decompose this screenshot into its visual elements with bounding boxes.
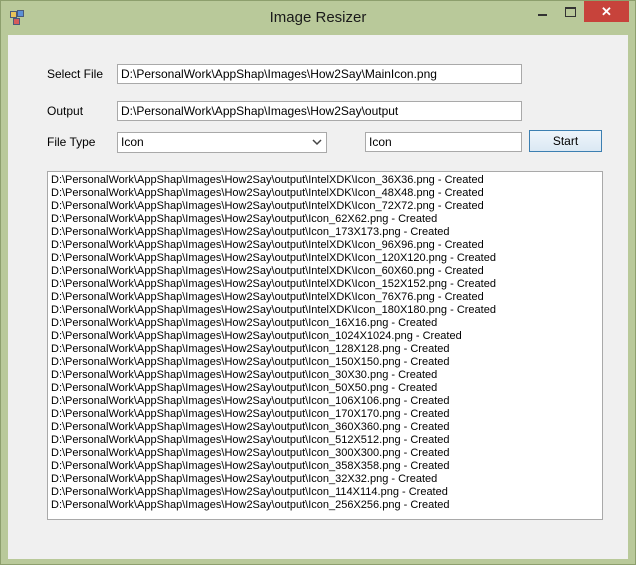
log-line: D:\PersonalWork\AppShap\Images\How2Say\o… bbox=[51, 304, 496, 316]
log-line: D:\PersonalWork\AppShap\Images\How2Say\o… bbox=[51, 434, 450, 446]
minimize-button[interactable] bbox=[527, 1, 557, 22]
output-input[interactable]: D:\PersonalWork\AppShap\Images\How2Say\o… bbox=[117, 101, 522, 121]
log-line: D:\PersonalWork\AppShap\Images\How2Say\o… bbox=[51, 447, 450, 459]
log-line: D:\PersonalWork\AppShap\Images\How2Say\o… bbox=[51, 330, 462, 342]
log-line: D:\PersonalWork\AppShap\Images\How2Say\o… bbox=[51, 317, 438, 329]
log-line: D:\PersonalWork\AppShap\Images\How2Say\o… bbox=[51, 343, 450, 355]
log-line: D:\PersonalWork\AppShap\Images\How2Say\o… bbox=[51, 213, 438, 225]
log-line: D:\PersonalWork\AppShap\Images\How2Say\o… bbox=[51, 356, 450, 368]
log-line: D:\PersonalWork\AppShap\Images\How2Say\o… bbox=[51, 226, 450, 238]
file-type-dropdown[interactable]: Icon bbox=[117, 132, 327, 153]
main-form: Select File D:\PersonalWork\AppShap\Imag… bbox=[8, 35, 628, 559]
close-button[interactable]: ✕ bbox=[584, 1, 629, 22]
close-icon: ✕ bbox=[601, 4, 612, 19]
log-line: D:\PersonalWork\AppShap\Images\How2Say\o… bbox=[51, 200, 484, 212]
chevron-down-icon[interactable] bbox=[310, 133, 324, 152]
title-bar[interactable]: Image Resizer ✕ bbox=[1, 1, 635, 35]
select-file-input[interactable]: D:\PersonalWork\AppShap\Images\How2Say\M… bbox=[117, 64, 522, 84]
log-line: D:\PersonalWork\AppShap\Images\How2Say\o… bbox=[51, 187, 484, 199]
log-line: D:\PersonalWork\AppShap\Images\How2Say\o… bbox=[51, 408, 450, 420]
log-line: D:\PersonalWork\AppShap\Images\How2Say\o… bbox=[51, 460, 450, 472]
log-line: D:\PersonalWork\AppShap\Images\How2Say\o… bbox=[51, 473, 438, 485]
select-file-label: Select File bbox=[47, 67, 104, 81]
log-line: D:\PersonalWork\AppShap\Images\How2Say\o… bbox=[51, 486, 448, 498]
log-line: D:\PersonalWork\AppShap\Images\How2Say\o… bbox=[51, 265, 484, 277]
file-type-label: File Type bbox=[47, 135, 96, 149]
start-button[interactable]: Start bbox=[529, 130, 602, 152]
log-line: D:\PersonalWork\AppShap\Images\How2Say\o… bbox=[51, 369, 438, 381]
log-line: D:\PersonalWork\AppShap\Images\How2Say\o… bbox=[51, 291, 484, 303]
output-log[interactable]: D:\PersonalWork\AppShap\Images\How2Say\o… bbox=[47, 171, 603, 520]
output-name-input[interactable]: Icon bbox=[365, 132, 522, 152]
log-line: D:\PersonalWork\AppShap\Images\How2Say\o… bbox=[51, 174, 484, 186]
maximize-button[interactable] bbox=[557, 1, 584, 22]
log-line: D:\PersonalWork\AppShap\Images\How2Say\o… bbox=[51, 239, 484, 251]
log-line: D:\PersonalWork\AppShap\Images\How2Say\o… bbox=[51, 421, 450, 433]
log-line: D:\PersonalWork\AppShap\Images\How2Say\o… bbox=[51, 252, 496, 264]
log-line: D:\PersonalWork\AppShap\Images\How2Say\o… bbox=[51, 382, 438, 394]
log-line: D:\PersonalWork\AppShap\Images\How2Say\o… bbox=[51, 278, 496, 290]
output-label: Output bbox=[47, 104, 84, 118]
file-type-selected: Icon bbox=[121, 135, 144, 149]
log-line: D:\PersonalWork\AppShap\Images\How2Say\o… bbox=[51, 499, 450, 511]
app-window: Image Resizer ✕ Select File D:\PersonalW… bbox=[0, 0, 636, 565]
log-line: D:\PersonalWork\AppShap\Images\How2Say\o… bbox=[51, 395, 450, 407]
